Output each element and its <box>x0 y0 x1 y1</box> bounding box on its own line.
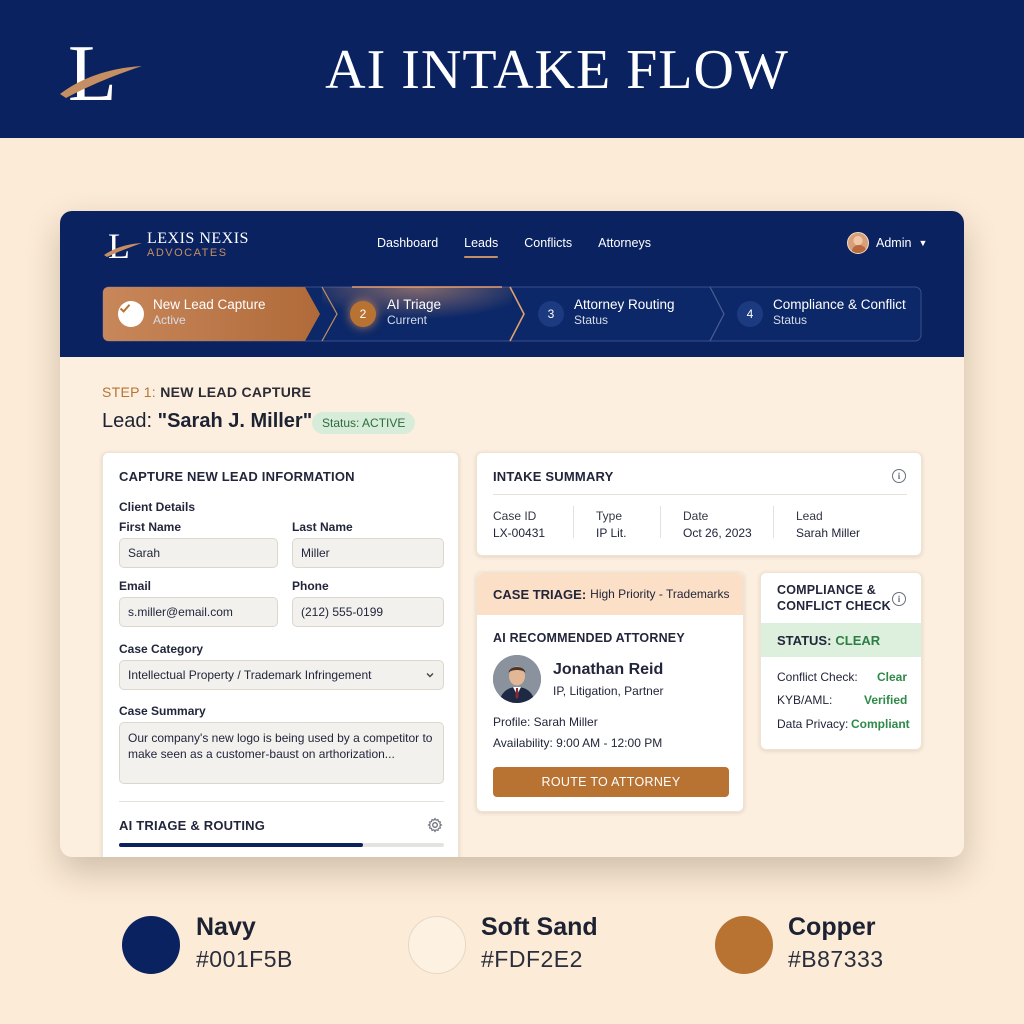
brand-logo-icon: L <box>104 226 142 262</box>
last-name-label: Last Name <box>292 520 353 534</box>
case-triage-header: CASE TRIAGE: High Priority - Trademarks <box>477 573 743 615</box>
summary-divider <box>493 494 907 495</box>
svg-text:L: L <box>108 226 130 262</box>
navy-name: Navy <box>196 913 256 941</box>
gear-icon[interactable] <box>427 817 443 833</box>
attorney-role: IP, Litigation, Partner <box>553 684 664 698</box>
summary-lead: Lead Sarah Miller <box>796 509 861 540</box>
intake-summary-card: INTAKE SUMMARY i Case ID LX-00431 Type I… <box>476 452 922 556</box>
main-nav: Dashboard Leads Conflicts Attorneys <box>377 236 651 258</box>
copper-name: Copper <box>788 913 876 941</box>
app-header: L LEXIS NEXIS ADVOCATES Dashboard Leads … <box>60 211 964 357</box>
first-name-field[interactable] <box>119 538 278 568</box>
case-summary-textarea[interactable]: Our company's new logo is being used by … <box>119 722 444 784</box>
conflict-check-value: Clear <box>877 670 908 684</box>
first-name-label: First Name <box>119 520 182 534</box>
soft-sand-name: Soft Sand <box>481 913 598 941</box>
step-3[interactable]: Attorney Routing Status <box>574 296 675 328</box>
case-category-select[interactable]: Intellectual Property / Trademark Infrin… <box>119 660 444 690</box>
step-2[interactable]: AI Triage Current <box>387 296 441 328</box>
triage-progress-bar <box>119 843 444 847</box>
progress-stepper: New Lead Capture Active 2 AI Triage Curr… <box>102 286 922 342</box>
data-privacy-value: Compliant <box>851 717 910 731</box>
attorney-profile: Profile: Sarah Miller <box>493 715 598 729</box>
soft-sand-hex: #FDF2E2 <box>481 946 583 972</box>
lead-title: Lead: "Sarah J. Miller" <box>102 410 313 432</box>
triage-progress-fill <box>119 843 363 847</box>
step-3-number: 3 <box>538 301 564 327</box>
soft-sand-swatch <box>408 916 466 974</box>
capture-divider <box>119 801 444 802</box>
step-1[interactable]: New Lead Capture Active <box>153 296 266 328</box>
compliance-title-line2: CONFLICT CHECK <box>777 599 891 613</box>
app-window: L LEXIS NEXIS ADVOCATES Dashboard Leads … <box>60 211 964 857</box>
intake-summary-title: INTAKE SUMMARY <box>493 469 614 484</box>
kyb-aml-label: KYB/AML: <box>777 693 833 707</box>
compliance-status: STATUS: CLEAR <box>761 623 921 657</box>
case-triage-card: CASE TRIAGE: High Priority - Trademarks A… <box>476 572 744 812</box>
summary-date: Date Oct 26, 2023 <box>683 509 752 540</box>
navy-hex: #001F5B <box>196 946 293 972</box>
summary-separator <box>773 506 774 538</box>
capture-lead-card: CAPTURE NEW LEAD INFORMATION Client Deta… <box>102 452 459 857</box>
capture-card-title: CAPTURE NEW LEAD INFORMATION <box>119 469 355 484</box>
case-category-label: Case Category <box>119 642 204 656</box>
info-icon[interactable]: i <box>892 592 906 606</box>
nav-conflicts[interactable]: Conflicts <box>524 236 572 256</box>
email-label: Email <box>119 579 152 593</box>
top-banner: L AI INTAKE FLOW <box>0 0 1024 138</box>
brand-subtitle: ADVOCATES <box>147 247 228 259</box>
copper-swatch <box>715 916 773 974</box>
nav-dashboard[interactable]: Dashboard <box>377 236 438 256</box>
case-summary-label: Case Summary <box>119 704 206 718</box>
summary-case-id: Case ID LX-00431 <box>493 509 546 540</box>
compliance-title-line1: COMPLIANCE & <box>777 583 876 597</box>
nav-attorneys[interactable]: Attorneys <box>598 236 651 256</box>
navy-swatch <box>122 916 180 974</box>
ai-triage-routing-title: AI TRIAGE & ROUTING <box>119 818 266 833</box>
recommended-attorney-title: AI RECOMMENDED ATTORNEY <box>493 631 685 645</box>
kyb-aml-value: Verified <box>864 693 908 707</box>
user-menu[interactable]: Admin ▼ <box>847 232 927 254</box>
brand-name: LEXIS NEXIS <box>147 230 249 247</box>
banner-title: AI INTAKE FLOW <box>325 39 789 101</box>
conflict-check-label: Conflict Check: <box>777 670 858 684</box>
last-name-field[interactable] <box>292 538 444 568</box>
route-to-attorney-button[interactable]: ROUTE TO ATTORNEY <box>493 767 729 797</box>
client-details-label: Client Details <box>119 500 196 514</box>
copper-hex: #B87333 <box>788 946 884 972</box>
nav-leads[interactable]: Leads <box>464 236 499 258</box>
user-name: Admin <box>876 236 912 250</box>
chevron-down-icon <box>426 673 434 678</box>
attorney-avatar <box>493 655 541 703</box>
data-privacy-label: Data Privacy: <box>777 717 849 731</box>
compliance-card: COMPLIANCE & CONFLICT CHECK i STATUS: CLE… <box>760 572 922 750</box>
phone-field[interactable] <box>292 597 444 627</box>
summary-type: Type IP Lit. <box>596 509 627 540</box>
user-avatar <box>847 232 869 254</box>
step-4[interactable]: Compliance & Conflict Status <box>773 296 906 328</box>
step-2-number: 2 <box>350 301 376 327</box>
info-icon[interactable]: i <box>892 469 906 483</box>
phone-label: Phone <box>292 579 329 593</box>
chevron-down-icon: ▼ <box>918 238 928 248</box>
attorney-availability: Availability: 9:00 AM - 12:00 PM <box>493 736 663 750</box>
status-badge: Status: ACTIVE <box>312 412 416 434</box>
step-4-number: 4 <box>737 301 763 327</box>
step-heading: STEP 1: NEW LEAD CAPTURE <box>102 384 312 400</box>
attorney-name: Jonathan Reid <box>553 661 664 678</box>
summary-separator <box>660 506 661 538</box>
email-field[interactable] <box>119 597 278 627</box>
check-icon <box>118 301 144 327</box>
summary-separator <box>573 506 574 538</box>
